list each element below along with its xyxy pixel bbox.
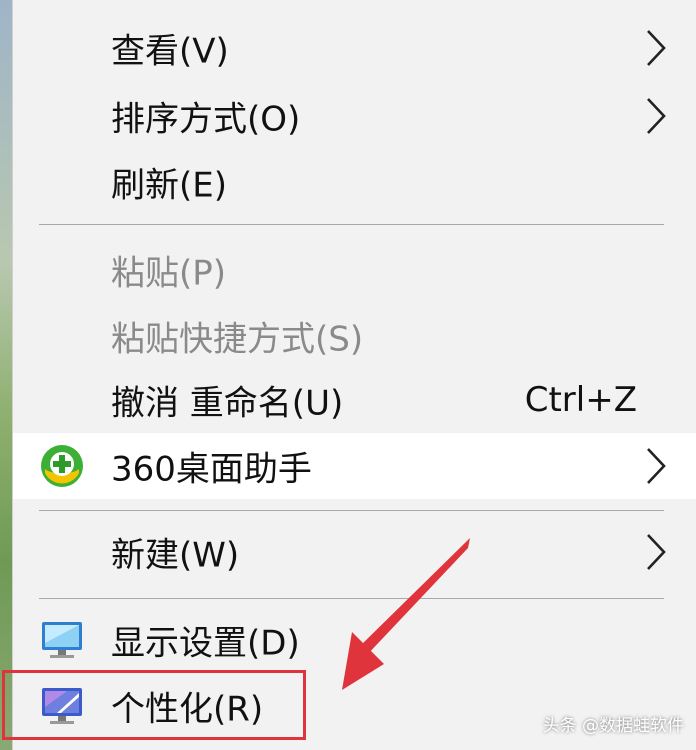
menu-item-label: 360桌面助手	[111, 449, 312, 490]
menu-item-view[interactable]: 查看(V)	[13, 16, 696, 80]
menu-item-shortcut: Ctrl+Z	[524, 380, 637, 420]
desktop-background	[0, 0, 12, 750]
monitor-icon	[42, 622, 82, 658]
menu-separator	[39, 598, 664, 599]
menu-item-paste-shortcut[interactable]: 粘贴快捷方式(S)	[13, 304, 696, 368]
menu-item-display-settings[interactable]: 显示设置(D)	[13, 608, 696, 672]
context-menu: 查看(V) 排序方式(O) 刷新(E) 粘贴(P) 粘贴快捷方式(S) 撤消 重…	[12, 0, 696, 750]
menu-separator	[39, 510, 664, 511]
annotation-highlight-box	[2, 670, 306, 740]
menu-item-undo-rename[interactable]: 撤消 重命名(U) Ctrl+Z	[13, 368, 696, 432]
chevron-right-icon	[647, 98, 666, 134]
menu-item-label: 刷新(E)	[111, 165, 228, 206]
watermark: 头条 @数据蛙软件	[542, 716, 684, 736]
menu-item-label: 粘贴(P)	[111, 253, 227, 294]
menu-item-label: 查看(V)	[111, 31, 229, 72]
360-plus-icon	[41, 445, 83, 487]
menu-item-paste[interactable]: 粘贴(P)	[13, 238, 696, 302]
menu-item-label: 撤消 重命名(U)	[111, 383, 344, 424]
menu-item-label: 新建(W)	[111, 535, 240, 576]
menu-item-new[interactable]: 新建(W)	[13, 520, 696, 584]
menu-separator	[39, 224, 664, 225]
chevron-right-icon	[647, 30, 666, 66]
chevron-right-icon	[647, 534, 666, 570]
menu-item-360-desktop-assistant[interactable]: 360桌面助手	[13, 433, 696, 499]
menu-item-sort-by[interactable]: 排序方式(O)	[13, 84, 696, 148]
menu-item-refresh[interactable]: 刷新(E)	[13, 150, 696, 214]
chevron-right-icon	[647, 448, 666, 484]
menu-item-label: 粘贴快捷方式(S)	[111, 319, 364, 360]
menu-item-label: 排序方式(O)	[111, 99, 301, 140]
menu-item-label: 显示设置(D)	[111, 623, 300, 664]
